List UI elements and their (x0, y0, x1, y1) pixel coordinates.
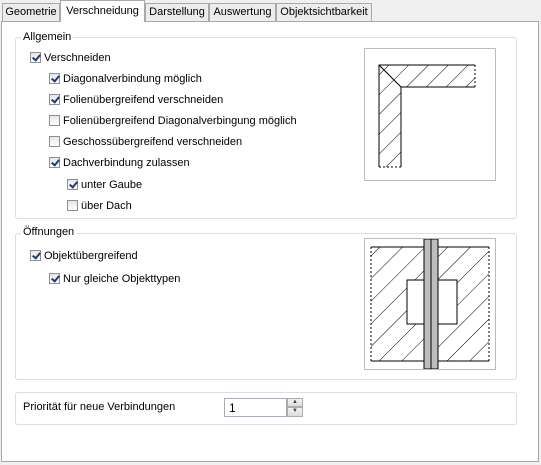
tab-darstellung[interactable]: Darstellung (145, 3, 209, 21)
dachverbindung-checkbox[interactable]: Dachverbindung zulassen (49, 155, 190, 171)
nur-gleiche-objekttypen-label: Nur gleiche Objekttypen (63, 273, 181, 285)
geschossuebergreifend-check-icon (49, 135, 60, 147)
tab-auswertung[interactable]: Auswertung (209, 3, 276, 21)
unter-gaube-check-icon (67, 178, 78, 190)
objektuebergreifend-check-icon (30, 249, 41, 261)
nur-gleiche-objekttypen-check-icon (49, 272, 60, 284)
folien-diagonal-check-icon (49, 114, 60, 126)
prioritaet-label: Priorität für neue Verbindungen (23, 401, 176, 413)
ueber-dach-checkbox[interactable]: über Dach (67, 198, 132, 214)
folienuebergreifend-label: Folienübergreifend verschneiden (63, 94, 224, 106)
verschneiden-checkbox[interactable]: Verschneiden (30, 50, 111, 66)
dachverbindung-label: Dachverbindung zulassen (63, 157, 190, 169)
folienuebergreifend-checkbox[interactable]: Folienübergreifend verschneiden (49, 92, 223, 108)
wall-corner-preview-icon (364, 48, 496, 181)
tab-verschneidung[interactable]: Verschneidung (60, 0, 145, 22)
tab-objektsichtbarkeit[interactable]: Objektsichtbarkeit (276, 3, 372, 21)
geschossuebergreifend-checkbox[interactable]: Geschossübergreifend verschneiden (49, 134, 242, 150)
dachverbindung-check-icon (49, 156, 60, 168)
wall-opening-preview-icon (364, 238, 496, 370)
unter-gaube-checkbox[interactable]: unter Gaube (67, 177, 142, 193)
allgemein-group-title: Allgemein (21, 31, 74, 44)
prioritaet-spinner: ▲ ▼ (224, 398, 303, 417)
tab-strip: Geometrie Verschneidung Darstellung Ausw… (0, 0, 541, 22)
folien-diagonal-label: Folienübergreifend Diagonalverbingung mö… (63, 115, 297, 127)
prioritaet-input[interactable] (224, 398, 287, 417)
folien-diagonal-checkbox[interactable]: Folienübergreifend Diagonalverbingung mö… (49, 113, 297, 129)
diagonalverbindung-check-icon (49, 72, 60, 84)
diagonalverbindung-checkbox[interactable]: Diagonalverbindung möglich (49, 71, 202, 87)
spin-down-icon[interactable]: ▼ (287, 407, 303, 417)
objektuebergreifend-label: Objektübergreifend (44, 250, 138, 262)
objektuebergreifend-checkbox[interactable]: Objektübergreifend (30, 248, 138, 264)
geschossuebergreifend-label: Geschossübergreifend verschneiden (63, 136, 243, 148)
diagonalverbindung-label: Diagonalverbindung möglich (63, 73, 202, 85)
oeffnungen-group-title: Öffnungen (21, 226, 77, 239)
tab-geometrie[interactable]: Geometrie (2, 3, 60, 21)
verschneiden-check-icon (30, 51, 41, 63)
verschneiden-label: Verschneiden (44, 52, 111, 64)
nur-gleiche-objekttypen-checkbox[interactable]: Nur gleiche Objekttypen (49, 271, 180, 287)
ueber-dach-label: über Dach (81, 200, 132, 212)
spin-up-icon[interactable]: ▲ (287, 398, 303, 407)
folienuebergreifend-check-icon (49, 93, 60, 105)
ueber-dach-check-icon (67, 199, 78, 211)
unter-gaube-label: unter Gaube (81, 179, 143, 191)
